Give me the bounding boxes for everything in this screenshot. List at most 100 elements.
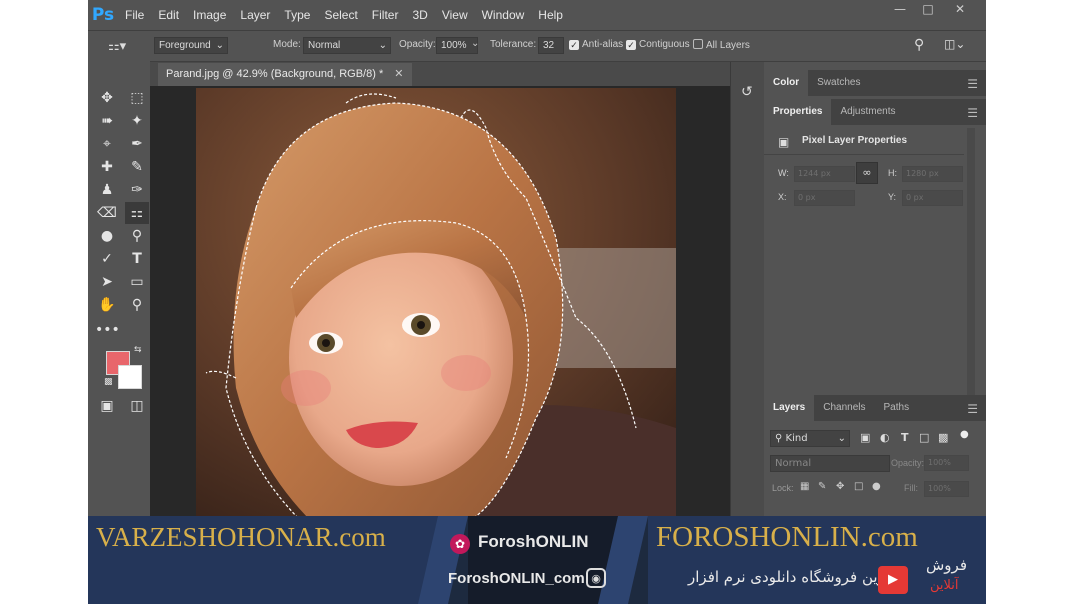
tab-paths[interactable]: Paths [875,395,919,421]
filter-toggle-icon[interactable]: ● [960,429,969,440]
paint-bucket-tool-icon[interactable]: ⚏ [125,202,149,224]
screen-mode-icon[interactable]: ◫ [125,395,149,417]
brush-tool-icon[interactable]: ✎ [125,156,149,178]
fill-label: Fill: [904,483,918,493]
hand-tool-icon[interactable]: ✋ [95,294,119,316]
fill-source-value: Foreground [159,40,211,51]
fill-source-select[interactable]: Foreground ⌄ [154,37,228,54]
chevron-down-icon: ⌄ [837,433,846,444]
tab-layers[interactable]: Layers [764,395,815,421]
filter-pixel-icon[interactable]: ▣ [860,431,870,444]
tab-color[interactable]: Color [764,70,809,96]
tolerance-label: Tolerance: [490,39,537,50]
search-icon: ⚲ [775,433,783,444]
path-selection-tool-icon[interactable]: ➤ [95,271,119,293]
canvas-area[interactable] [150,86,730,526]
lock-position-icon[interactable]: ✥ [836,481,844,492]
history-brush-tool-icon[interactable]: ✑ [125,179,149,201]
filter-shape-icon[interactable]: □ [919,431,929,444]
close-icon[interactable]: ✕ [946,2,974,16]
lock-image-icon[interactable]: ✎ [818,481,826,492]
contiguous-checkbox[interactable]: ✓ Contiguous [626,39,690,50]
eraser-tool-icon[interactable]: ⌫ [95,202,119,224]
lasso-tool-icon[interactable]: ➠ [95,110,119,132]
menu-image[interactable]: Image [186,8,233,22]
panel-menu-icon[interactable]: ☰ [967,106,978,120]
panel-menu-icon[interactable]: ☰ [967,402,978,416]
swap-colors-icon[interactable]: ⇆ [134,345,142,355]
paint-bucket-tool-preset-icon[interactable]: ⚏▾ [108,38,126,54]
menu-select[interactable]: Select [317,8,364,22]
search-icon[interactable]: ⚲ [914,36,924,53]
zoom-tool-icon[interactable]: ⚲ [125,294,149,316]
close-tab-icon[interactable]: ✕ [394,68,403,80]
background-color-swatch[interactable] [118,365,142,389]
chevron-down-icon: ⌄ [378,40,387,51]
crop-tool-icon[interactable]: ⌖ [95,133,119,155]
marquee-tool-icon[interactable]: ⬚ [125,87,149,109]
type-tool-icon[interactable]: T [125,248,149,270]
photo-canvas[interactable] [196,88,676,526]
menu-edit[interactable]: Edit [151,8,186,22]
watermark-right-site: FOROSHONLIN.com [656,521,918,553]
chevron-down-icon[interactable]: ⌄ [471,38,479,49]
healing-brush-tool-icon[interactable]: ✚ [95,156,119,178]
default-colors-icon[interactable]: ▩ [104,377,113,387]
checkmark-icon: ✓ [626,40,636,50]
menu-layer[interactable]: Layer [233,8,277,22]
layer-opacity-field[interactable]: 100% [924,455,969,471]
blend-mode-select[interactable]: Normal [770,455,890,472]
lock-artboard-icon[interactable]: □ [854,481,863,492]
move-tool-icon[interactable]: ✥ [95,87,119,109]
tolerance-input[interactable]: 32 [538,37,564,54]
y-label: Y: [888,192,897,202]
mode-select[interactable]: Normal ⌄ [303,37,391,54]
tab-adjustments[interactable]: Adjustments [831,99,904,125]
menu-window[interactable]: Window [475,8,532,22]
menu-3d[interactable]: 3D [405,8,434,22]
maximize-icon[interactable]: □ [914,2,942,16]
rectangle-tool-icon[interactable]: ▭ [125,271,149,293]
tab-properties[interactable]: Properties [764,99,832,125]
watermark-left-site: VARZESHOHONAR.com [96,522,386,552]
workspace-icon[interactable]: ◫⌄ [944,37,965,51]
filter-type-icon[interactable]: T [901,431,909,444]
lock-transparent-icon[interactable]: ▦ [800,481,809,492]
eyedropper-tool-icon[interactable]: ✒ [125,133,149,155]
minimize-icon[interactable]: — [886,2,914,16]
x-field[interactable]: 0 px [794,190,855,206]
tab-swatches[interactable]: Swatches [808,70,869,96]
menu-file[interactable]: File [118,8,151,22]
dodge-tool-icon[interactable]: ⚲ [125,225,149,247]
menu-type[interactable]: Type [277,8,317,22]
quick-mask-icon[interactable]: ▣ [95,395,119,417]
x-value: 0 px [798,193,816,202]
tab-channels[interactable]: Channels [814,395,874,421]
fill-field[interactable]: 100% [924,481,969,497]
tools-panel: ✥ ⬚ ➠ ✦ ⌖ ✒ ✚ ✎ ♟ ✑ ⌫ ⚏ ● ⚲ ✓ T ➤ ▭ ✋ ⚲ … [88,60,150,520]
quick-selection-tool-icon[interactable]: ✦ [125,110,149,132]
panel-menu-icon[interactable]: ☰ [967,77,978,91]
clone-stamp-tool-icon[interactable]: ♟ [95,179,119,201]
menu-filter[interactable]: Filter [365,8,406,22]
layer-kind-filter[interactable]: ⚲ Kind ⌄ [770,430,850,447]
height-field[interactable]: 1280 px [902,166,963,182]
menu-help[interactable]: Help [531,8,570,22]
width-field[interactable]: 1244 px [794,166,855,182]
pen-tool-icon[interactable]: ✓ [95,248,119,270]
anti-alias-checkbox[interactable]: ✓ Anti-alias [569,39,623,50]
menu-view[interactable]: View [435,8,475,22]
panel-icon-strip: ↺ [730,62,766,522]
document-tab[interactable]: Parand.jpg @ 42.9% (Background, RGB/8) *… [158,63,412,86]
filter-smart-object-icon[interactable]: ▩ [938,431,948,444]
more-tools-icon[interactable]: ••• [95,319,120,341]
history-panel-icon[interactable]: ↺ [741,84,753,100]
all-layers-checkbox[interactable]: All Layers [693,39,750,51]
blur-tool-icon[interactable]: ● [95,225,119,247]
properties-scrollbar[interactable] [967,128,975,398]
watermark-right-logo-sub: آنلاین [930,578,959,593]
link-icon[interactable]: ∞ [856,162,878,184]
lock-all-icon[interactable]: ● [872,481,881,492]
filter-adjustment-icon[interactable]: ◐ [880,431,890,444]
y-field[interactable]: 0 px [902,190,963,206]
